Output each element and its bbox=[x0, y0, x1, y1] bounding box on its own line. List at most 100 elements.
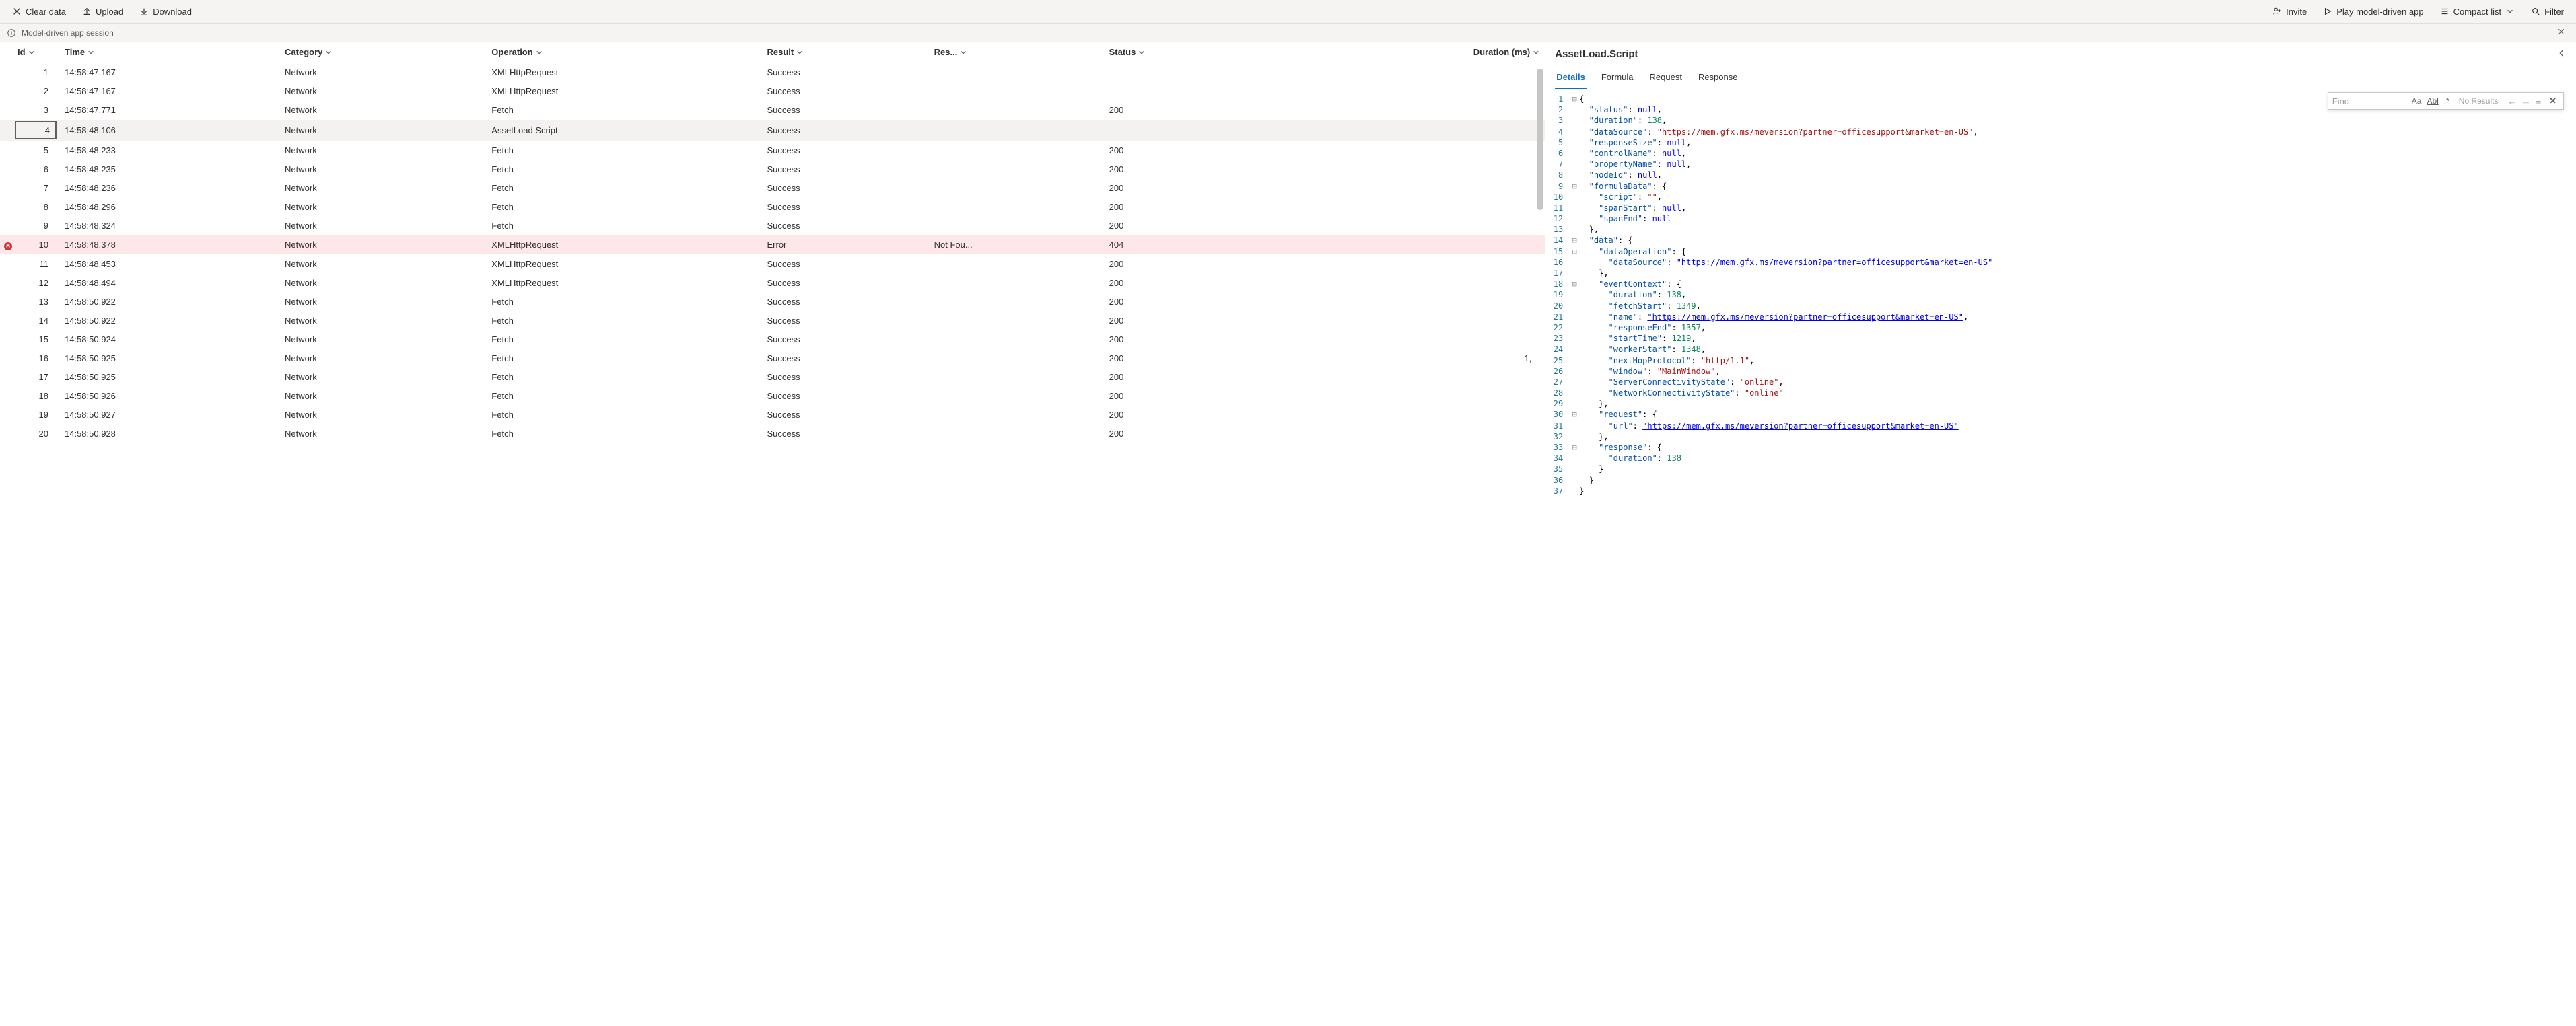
code-line[interactable]: 4 "dataSource": "https://mem.gfx.ms/meve… bbox=[1545, 126, 2576, 137]
code-line[interactable]: 6 "controlName": null, bbox=[1545, 148, 2576, 159]
code-line[interactable]: 36 } bbox=[1545, 475, 2576, 486]
code-line[interactable]: 12 "spanEnd": null bbox=[1545, 213, 2576, 224]
col-category[interactable]: Category bbox=[279, 42, 486, 63]
tab-request[interactable]: Request bbox=[1648, 68, 1683, 89]
match-word-button[interactable]: Abl bbox=[2427, 96, 2438, 106]
table-row[interactable]: 2014:58:50.928NetworkFetchSuccess200 bbox=[0, 424, 1545, 443]
code-line[interactable]: 24 "workerStart": 1348, bbox=[1545, 344, 2576, 355]
code-line[interactable]: 32 }, bbox=[1545, 431, 2576, 442]
code-line[interactable]: 9⊟ "formulaData": { bbox=[1545, 181, 2576, 192]
col-result[interactable]: Result bbox=[761, 42, 928, 63]
upload-button[interactable]: Upload bbox=[75, 4, 130, 20]
play-button[interactable]: Play model-driven app bbox=[2316, 4, 2430, 20]
col-id[interactable]: Id bbox=[12, 42, 59, 63]
col-duration[interactable]: Duration (ms) bbox=[1271, 42, 1545, 63]
code-line[interactable]: 18⊟ "eventContext": { bbox=[1545, 279, 2576, 289]
code-line[interactable]: 35 } bbox=[1545, 464, 2576, 474]
code-line[interactable]: 20 "fetchStart": 1349, bbox=[1545, 301, 2576, 312]
table-row[interactable]: 314:58:47.771NetworkFetchSuccess200 bbox=[0, 101, 1545, 120]
code-line[interactable]: 29 }, bbox=[1545, 398, 2576, 409]
row-operation: Fetch bbox=[486, 217, 761, 235]
code-line[interactable]: 28 "NetworkConnectivityState": "online" bbox=[1545, 388, 2576, 398]
code-line[interactable]: 8 "nodeId": null, bbox=[1545, 170, 2576, 180]
code-viewer[interactable]: Aa Abl .* No Results ← → ≡ ✕ 1⊟{2 "statu… bbox=[1545, 89, 2576, 1026]
col-status[interactable]: Status bbox=[1104, 42, 1271, 63]
download-button[interactable]: Download bbox=[133, 4, 199, 20]
code-line[interactable]: 23 "startTime": 1219, bbox=[1545, 333, 2576, 344]
clear-data-button[interactable]: Clear data bbox=[5, 4, 73, 20]
events-grid[interactable]: Id Time Category Operation Result Res...… bbox=[0, 42, 1545, 1026]
code-line[interactable]: 27 "ServerConnectivityState": "online", bbox=[1545, 377, 2576, 388]
col-operation[interactable]: Operation bbox=[486, 42, 761, 63]
fold-toggle-icon[interactable]: ⊟ bbox=[1570, 409, 1579, 420]
table-row[interactable]: 514:58:48.233NetworkFetchSuccess200 bbox=[0, 141, 1545, 160]
table-row[interactable]: 414:58:48.106NetworkAssetLoad.ScriptSucc… bbox=[0, 120, 1545, 141]
table-row[interactable]: 1214:58:48.494NetworkXMLHttpRequestSucce… bbox=[0, 273, 1545, 292]
code-line[interactable]: 25 "nextHopProtocol": "http/1.1", bbox=[1545, 355, 2576, 366]
row-status: 200 bbox=[1104, 101, 1271, 120]
fold-toggle-icon[interactable]: ⊟ bbox=[1570, 246, 1579, 257]
code-line[interactable]: 26 "window": "MainWindow", bbox=[1545, 366, 2576, 377]
fold-toggle-icon[interactable]: ⊟ bbox=[1570, 94, 1579, 104]
code-line[interactable]: 11 "spanStart": null, bbox=[1545, 203, 2576, 213]
table-row[interactable]: 614:58:48.235NetworkFetchSuccess200 bbox=[0, 160, 1545, 179]
filter-button[interactable]: Filter bbox=[2524, 4, 2571, 20]
find-prev-button[interactable]: ← bbox=[2507, 96, 2516, 106]
table-row[interactable]: ✕1014:58:48.378NetworkXMLHttpRequestErro… bbox=[0, 235, 1545, 255]
session-close-button[interactable] bbox=[2553, 26, 2569, 39]
col-status-icon[interactable] bbox=[0, 42, 12, 63]
scrollbar-thumb[interactable] bbox=[1537, 69, 1543, 210]
code-line[interactable]: 33⊟ "response": { bbox=[1545, 442, 2576, 453]
table-row[interactable]: 114:58:47.167NetworkXMLHttpRequestSucces… bbox=[0, 63, 1545, 82]
table-row[interactable]: 1314:58:50.922NetworkFetchSuccess200 bbox=[0, 292, 1545, 311]
table-row[interactable]: 1514:58:50.924NetworkFetchSuccess200 bbox=[0, 330, 1545, 349]
table-row[interactable]: 814:58:48.296NetworkFetchSuccess200 bbox=[0, 198, 1545, 217]
code-line[interactable]: 19 "duration": 138, bbox=[1545, 289, 2576, 300]
find-next-button[interactable]: → bbox=[2521, 96, 2530, 106]
expand-button[interactable] bbox=[2557, 48, 2567, 60]
code-text: "spanStart": null, bbox=[1579, 203, 1686, 213]
find-close-button[interactable]: ✕ bbox=[2546, 96, 2559, 106]
code-line[interactable]: 30⊟ "request": { bbox=[1545, 409, 2576, 420]
find-input[interactable] bbox=[2332, 96, 2406, 106]
code-line[interactable]: 10 "script": "", bbox=[1545, 192, 2576, 203]
code-line[interactable]: 21 "name": "https://mem.gfx.ms/meversion… bbox=[1545, 312, 2576, 322]
code-line[interactable]: 15⊟ "dataOperation": { bbox=[1545, 246, 2576, 257]
code-line[interactable]: 37} bbox=[1545, 486, 2576, 497]
table-row[interactable]: 1814:58:50.926NetworkFetchSuccess200 bbox=[0, 386, 1545, 405]
fold-toggle-icon[interactable]: ⊟ bbox=[1570, 279, 1579, 289]
code-line[interactable]: 7 "propertyName": null, bbox=[1545, 159, 2576, 170]
table-row[interactable]: 1114:58:48.453NetworkXMLHttpRequestSucce… bbox=[0, 254, 1545, 273]
row-status-icon-cell bbox=[0, 63, 12, 82]
fold-toggle-icon[interactable]: ⊟ bbox=[1570, 442, 1579, 453]
match-case-button[interactable]: Aa bbox=[2412, 96, 2422, 106]
find-select-button[interactable]: ≡ bbox=[2536, 96, 2541, 106]
tab-response[interactable]: Response bbox=[1697, 68, 1739, 89]
code-line[interactable]: 31 "url": "https://mem.gfx.ms/meversion?… bbox=[1545, 420, 2576, 431]
col-time[interactable]: Time bbox=[59, 42, 279, 63]
tab-details[interactable]: Details bbox=[1555, 68, 1587, 89]
code-line[interactable]: 14⊟ "data": { bbox=[1545, 235, 2576, 246]
regex-button[interactable]: .* bbox=[2444, 96, 2449, 106]
col-res[interactable]: Res... bbox=[929, 42, 1104, 63]
code-line[interactable]: 22 "responseEnd": 1357, bbox=[1545, 322, 2576, 333]
code-line[interactable]: 13 }, bbox=[1545, 224, 2576, 235]
table-row[interactable]: 714:58:48.236NetworkFetchSuccess200 bbox=[0, 179, 1545, 198]
invite-button[interactable]: Invite bbox=[2266, 4, 2313, 20]
tab-formula[interactable]: Formula bbox=[1600, 68, 1635, 89]
row-duration bbox=[1271, 235, 1545, 255]
table-row[interactable]: 1914:58:50.927NetworkFetchSuccess200 bbox=[0, 405, 1545, 424]
code-line[interactable]: 17 }, bbox=[1545, 268, 2576, 279]
table-row[interactable]: 214:58:47.167NetworkXMLHttpRequestSucces… bbox=[0, 82, 1545, 101]
fold-toggle-icon[interactable]: ⊟ bbox=[1570, 181, 1579, 192]
table-row[interactable]: 1614:58:50.925NetworkFetchSuccess2001, bbox=[0, 349, 1545, 367]
code-line[interactable]: 34 "duration": 138 bbox=[1545, 453, 2576, 464]
table-row[interactable]: 1714:58:50.925NetworkFetchSuccess200 bbox=[0, 367, 1545, 386]
code-line[interactable]: 5 "responseSize": null, bbox=[1545, 137, 2576, 148]
table-row[interactable]: 914:58:48.324NetworkFetchSuccess200 bbox=[0, 217, 1545, 235]
compact-list-button[interactable]: Compact list bbox=[2433, 4, 2522, 20]
table-row[interactable]: 1414:58:50.922NetworkFetchSuccess200 bbox=[0, 311, 1545, 330]
code-line[interactable]: 3 "duration": 138, bbox=[1545, 115, 2576, 126]
code-line[interactable]: 16 "dataSource": "https://mem.gfx.ms/mev… bbox=[1545, 257, 2576, 268]
fold-toggle-icon[interactable]: ⊟ bbox=[1570, 235, 1579, 246]
